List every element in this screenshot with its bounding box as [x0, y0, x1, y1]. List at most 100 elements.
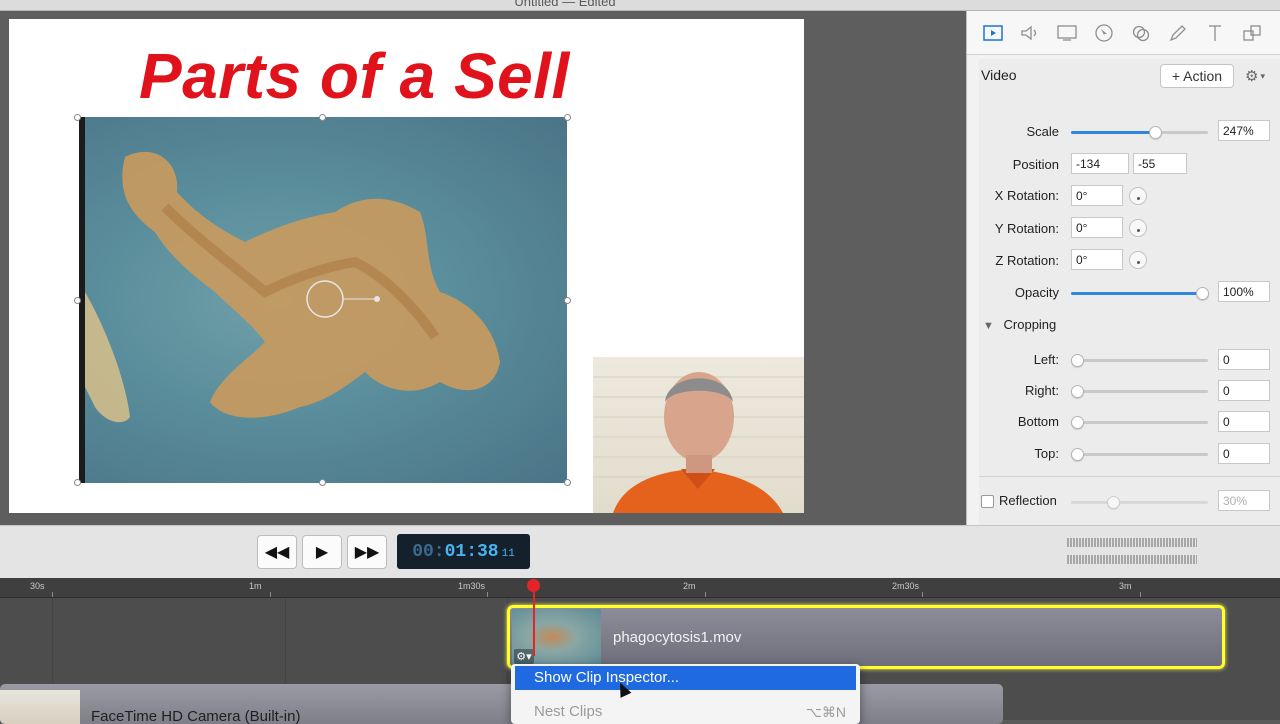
- gear-menu-button[interactable]: ⚙ ▾: [1239, 65, 1271, 87]
- timecode-hours: 00:: [412, 541, 445, 562]
- audio-icon[interactable]: [1019, 22, 1041, 44]
- cursor-icon[interactable]: [1093, 22, 1115, 44]
- resize-handle[interactable]: [74, 297, 81, 304]
- rewind-button[interactable]: ◀◀: [257, 535, 297, 569]
- canvas[interactable]: Parts of a Sell: [9, 19, 804, 513]
- video-frame: [85, 117, 567, 483]
- webcam-overlay[interactable]: [593, 357, 804, 513]
- timecode-frames: 11: [501, 547, 515, 560]
- clip-gear-icon[interactable]: ⚙▾: [514, 649, 534, 664]
- crop-left-label: Left:: [1033, 352, 1059, 367]
- fast-forward-button[interactable]: ▶▶: [347, 535, 387, 569]
- reflection-slider[interactable]: [1071, 496, 1208, 509]
- audio-meter-right: [1067, 555, 1197, 564]
- text-icon[interactable]: [1204, 22, 1226, 44]
- resize-handle[interactable]: [319, 114, 326, 121]
- fast-forward-icon: ▶▶: [354, 544, 380, 561]
- menu-item-label: Show Clip Inspector...: [534, 669, 680, 686]
- build-icon[interactable]: [1241, 22, 1263, 44]
- crop-top-slider[interactable]: [1071, 448, 1208, 461]
- z-rotation-label: Z Rotation:: [995, 253, 1059, 268]
- crop-bottom-label: Bottom: [1017, 414, 1059, 429]
- position-y-field[interactable]: -55: [1133, 153, 1187, 174]
- cropping-label: Cropping: [1003, 317, 1057, 332]
- resize-handle[interactable]: [564, 114, 571, 121]
- z-rotation-field[interactable]: 0°: [1071, 249, 1123, 270]
- resize-handle[interactable]: [74, 479, 81, 486]
- ruler-label: 2m30s: [892, 581, 920, 591]
- ruler-tick: [270, 592, 271, 597]
- z-rotation-dial[interactable]: [1129, 251, 1147, 269]
- selected-video-clip[interactable]: [79, 117, 567, 483]
- crop-right-slider[interactable]: [1071, 385, 1208, 398]
- x-rotation-dial[interactable]: [1129, 187, 1147, 205]
- menu-item-shortcut: ⌥⌘N: [805, 704, 846, 720]
- screen-icon[interactable]: [1056, 22, 1078, 44]
- clip-thumbnail: [0, 690, 80, 724]
- reflection-label: Reflection: [999, 493, 1057, 508]
- opacity-field[interactable]: 100%: [1218, 281, 1270, 302]
- crop-right-label: Right:: [1025, 383, 1059, 398]
- crop-top-field[interactable]: 0: [1218, 443, 1270, 464]
- crop-bottom-field[interactable]: 0: [1218, 411, 1270, 432]
- ruler-tick: [922, 592, 923, 597]
- clip-name: FaceTime HD Camera (Built-in): [91, 708, 301, 724]
- annotation-icon[interactable]: [1167, 22, 1189, 44]
- canvas-area: Parts of a Sell: [0, 11, 966, 525]
- video-icon[interactable]: [982, 22, 1004, 44]
- timecode-display: 00: 01:38 11: [397, 534, 530, 569]
- ruler-tick: [487, 592, 488, 597]
- slide-title: Parts of a Sell: [139, 40, 570, 112]
- opacity-label: Opacity: [1014, 285, 1059, 300]
- ruler-label: 2m: [683, 581, 696, 591]
- add-action-button[interactable]: + Action: [1160, 64, 1234, 88]
- video-clip-phagocytosis[interactable]: ⚙▾ phagocytosis1.mov: [507, 605, 1225, 669]
- scale-field[interactable]: 247%: [1218, 120, 1270, 141]
- divider: [979, 476, 1280, 477]
- y-rotation-dial[interactable]: [1129, 219, 1147, 237]
- rewind-icon: ◀◀: [264, 544, 290, 561]
- scale-label: Scale: [1026, 124, 1059, 139]
- callout-icon[interactable]: [1130, 22, 1152, 44]
- timeline-ruler[interactable]: 30s 1m 1m30s 2m 2m30s 3m: [0, 578, 1280, 598]
- timecode-value: 01:38: [444, 541, 499, 562]
- crop-bottom-slider[interactable]: [1071, 416, 1208, 429]
- crop-left-field[interactable]: 0: [1218, 349, 1270, 370]
- audio-meter-left: [1067, 538, 1197, 547]
- playhead[interactable]: [533, 586, 535, 656]
- transport-bar: ◀◀ ▶ ▶▶ 00: 01:38 11: [0, 525, 1280, 578]
- resize-handle[interactable]: [74, 114, 81, 121]
- cropping-disclosure[interactable]: ▼ Cropping: [983, 317, 1056, 332]
- ruler-tick: [705, 592, 706, 597]
- ruler-tick: [52, 592, 53, 597]
- x-rotation-label: X Rotation:: [994, 188, 1059, 203]
- opacity-slider[interactable]: [1071, 287, 1209, 300]
- video-properties: Video + Action ⚙ ▾ Scale 247% Position -1…: [979, 59, 1280, 525]
- crop-top-label: Top:: [1034, 446, 1059, 461]
- reflection-checkbox[interactable]: [981, 495, 994, 508]
- y-rotation-field[interactable]: 0°: [1071, 217, 1123, 238]
- crop-right-field[interactable]: 0: [1218, 380, 1270, 401]
- play-button[interactable]: ▶: [302, 535, 342, 569]
- crop-left-slider[interactable]: [1071, 354, 1208, 367]
- ruler-label: 1m30s: [458, 581, 486, 591]
- position-label: Position: [1012, 157, 1059, 172]
- ruler-label: 3m: [1119, 581, 1132, 591]
- menu-item-label: Nest Clips: [534, 703, 603, 720]
- clip-context-menu: Show Clip Inspector... Nest Clips ⌥⌘N: [511, 664, 860, 724]
- menu-item-show-clip-inspector[interactable]: Show Clip Inspector...: [515, 666, 856, 690]
- window-title: Untitled — Edited: [514, 0, 616, 9]
- amoeba-image: [85, 151, 500, 423]
- scale-slider[interactable]: [1071, 126, 1208, 139]
- inspector-panel: Video + Action ⚙ ▾ Scale 247% Position -1…: [966, 11, 1280, 525]
- position-x-field[interactable]: -134: [1071, 153, 1129, 174]
- resize-handle[interactable]: [564, 479, 571, 486]
- reflection-field[interactable]: 30%: [1218, 490, 1270, 511]
- menu-item-nest-clips[interactable]: Nest Clips ⌥⌘N: [515, 700, 856, 724]
- x-rotation-field[interactable]: 0°: [1071, 185, 1123, 206]
- resize-handle[interactable]: [564, 297, 571, 304]
- ruler-label: 1m: [249, 581, 262, 591]
- ruler-tick: [1140, 592, 1141, 597]
- disclosure-triangle-icon: ▼: [983, 320, 994, 332]
- resize-handle[interactable]: [319, 479, 326, 486]
